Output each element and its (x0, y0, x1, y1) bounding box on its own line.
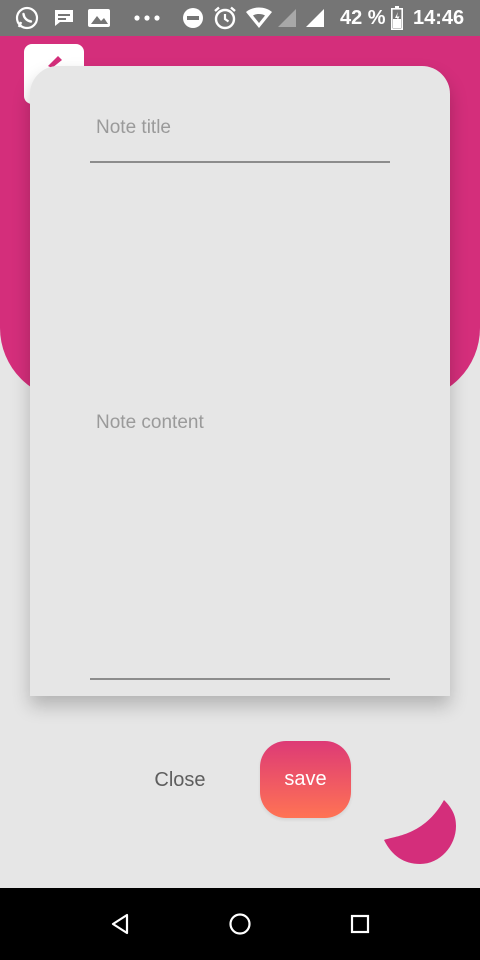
note-content-input[interactable]: Note content (96, 412, 204, 434)
whatsapp-icon (14, 0, 40, 36)
recents-icon[interactable] (324, 888, 396, 960)
note-content-underline (90, 678, 390, 680)
message-icon (52, 0, 76, 36)
wifi-icon (245, 0, 273, 36)
do-not-disturb-icon (181, 0, 205, 36)
back-icon[interactable] (84, 888, 156, 960)
note-title-underline (90, 161, 390, 163)
floating-action-button[interactable] (384, 770, 456, 864)
more-icon (132, 0, 162, 36)
navigation-bar (0, 888, 480, 960)
image-icon (86, 0, 112, 36)
alarm-icon (212, 0, 238, 36)
home-icon[interactable] (204, 888, 276, 960)
save-button[interactable]: save (260, 741, 351, 818)
signal-icon (302, 0, 328, 36)
status-bar: 42 % 14:46 (0, 0, 480, 36)
signal-icon (274, 0, 300, 36)
close-button[interactable]: Close (134, 756, 226, 804)
clock: 14:46 (413, 7, 465, 29)
note-title-input[interactable]: Note title (96, 117, 171, 139)
battery-percentage: 42 % (340, 7, 386, 29)
battery-icon (389, 0, 405, 36)
